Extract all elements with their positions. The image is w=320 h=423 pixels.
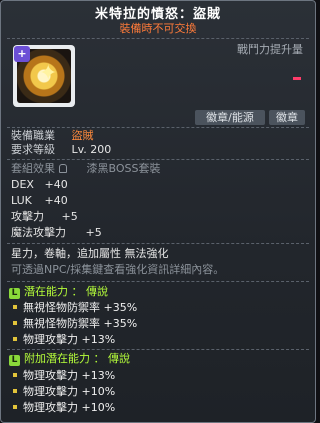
- divider: [7, 127, 309, 128]
- bullet-icon: [13, 405, 17, 409]
- npc-info-note: 可透過NPC/採集鍵查看強化資訊詳細內容。: [11, 263, 225, 276]
- bullet-icon: [13, 305, 17, 309]
- set-effect-row: 套組效果 漆黑BOSS套裝: [11, 162, 160, 176]
- additional-potential-line: 物理攻擊力 +10%: [13, 401, 115, 415]
- item-tooltip: 米特拉的憤怒：盜賊 裝備時不可交換 ✦ + 戰鬥力提升量 徽章/能源 徽章 裝備…: [0, 0, 316, 423]
- job-label: 裝備職業: [11, 129, 55, 142]
- stat-label: LUK: [11, 194, 32, 207]
- category-tag-emblem-energy-label: 徽章/能源: [195, 110, 265, 125]
- trade-restriction-text: 裝備時不可交換: [119, 22, 197, 35]
- potential-header: L 潛在能力 ： 傳說: [9, 285, 108, 299]
- additional-potential-line-text: 物理攻擊力 +13%: [23, 369, 116, 382]
- potential-line: 無視怪物防禦率 +35%: [13, 317, 137, 331]
- level-requirement-row: 要求等級 Lv. 200: [11, 143, 111, 157]
- divider: [7, 38, 309, 39]
- stat-value: +40: [44, 194, 68, 207]
- divider: [7, 281, 309, 282]
- combat-power-decrease-indicator: [293, 77, 301, 80]
- bullet-icon: [13, 321, 17, 325]
- combat-power-increase-label: 戰鬥力提升量: [237, 43, 303, 56]
- emblem-glow-icon: ✦: [39, 61, 58, 86]
- legendary-tier-icon: L: [9, 355, 20, 366]
- stat-label: 魔法攻擊力: [11, 226, 66, 239]
- job-value: 盜賊: [71, 129, 94, 142]
- set-effect-value: 漆黑BOSS套裝: [86, 162, 161, 175]
- stat-row: LUK +40: [11, 194, 68, 208]
- stat-label: DEX: [11, 178, 34, 191]
- bullet-icon: [13, 373, 17, 377]
- job-requirement-row: 裝備職業 盜賊: [11, 129, 94, 143]
- potential-line: 物理攻擊力 +13%: [13, 333, 115, 347]
- potential-line-text: 無視怪物防禦率 +35%: [23, 301, 138, 314]
- stat-value: +40: [44, 178, 68, 191]
- item-icon-frame: ✦ +: [13, 45, 75, 107]
- additional-potential-line: 物理攻擊力 +13%: [13, 369, 115, 383]
- potential-line-text: 無視怪物防禦率 +35%: [23, 317, 138, 330]
- bullet-icon: [13, 337, 17, 341]
- divider: [7, 159, 309, 160]
- additional-potential-header: L 附加潛在能力 ： 傳說: [9, 352, 130, 366]
- stat-label: 攻擊力: [11, 210, 44, 223]
- bullet-icon: [13, 389, 17, 393]
- stat-row: 攻擊力 +5: [11, 210, 78, 224]
- enhance-restriction-note: 星力，卷軸，追加屬性 無法強化: [11, 247, 169, 260]
- additional-potential-title: 附加潛在能力 ： 傳說: [24, 352, 130, 365]
- additional-potential-line-text: 物理攻擊力 +10%: [23, 401, 116, 414]
- divider: [7, 243, 309, 244]
- stat-value: +5: [85, 226, 102, 239]
- legendary-tier-icon: L: [9, 288, 20, 299]
- lock-icon: [59, 164, 67, 173]
- stat-value: +5: [61, 210, 78, 223]
- potential-line-text: 物理攻擊力 +13%: [23, 333, 116, 346]
- set-effect-label: 套組效果: [11, 162, 55, 175]
- stat-row: DEX +40: [11, 178, 68, 192]
- item-rank-badge: +: [14, 46, 30, 62]
- potential-line: 無視怪物防禦率 +35%: [13, 301, 137, 315]
- additional-potential-line: 物理攻擊力 +10%: [13, 385, 115, 399]
- level-label: 要求等級: [11, 143, 55, 156]
- additional-potential-line-text: 物理攻擊力 +10%: [23, 385, 116, 398]
- level-value: Lv. 200: [71, 143, 112, 156]
- category-tag-emblem: 徽章: [269, 110, 305, 125]
- divider: [7, 349, 309, 350]
- stat-row: 魔法攻擊力 +5: [11, 226, 102, 240]
- potential-title: 潛在能力 ： 傳說: [24, 285, 108, 298]
